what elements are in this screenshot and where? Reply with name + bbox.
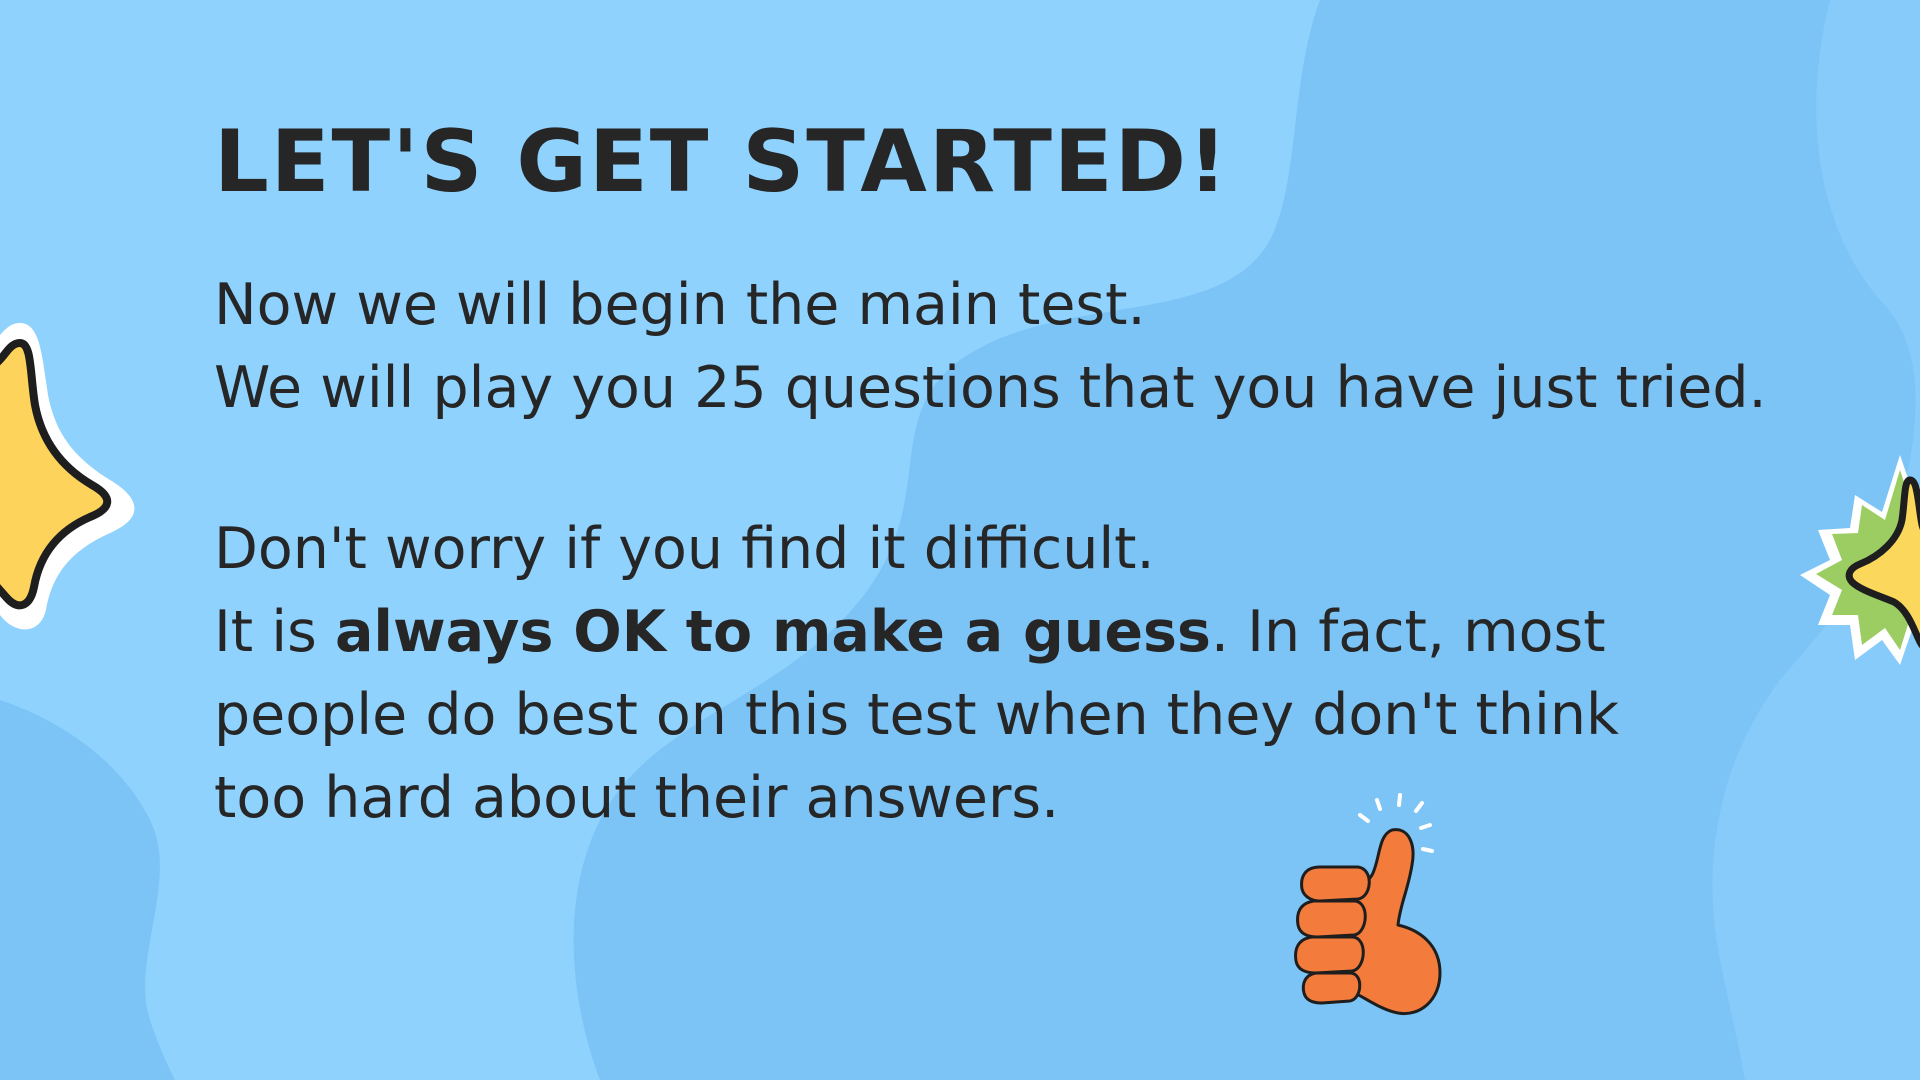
star-icon <box>0 323 135 630</box>
thumbs-up-icon <box>1294 793 1442 1016</box>
intro-line-1: Now we will begin the main test. <box>214 272 1146 338</box>
reassurance-line-1: Don't worry if you find it difficult. <box>214 516 1155 582</box>
background-blob-left <box>0 700 175 1080</box>
page-title: LET'S GET STARTED! <box>214 112 1230 212</box>
intro-line-2: We will play you 25 questions that you h… <box>214 355 1767 421</box>
reassurance-paragraph: Don't worry if you find it difficult. It… <box>214 508 1774 840</box>
reassurance-line-4: too hard about their answers. <box>214 765 1060 831</box>
guess-suffix-text: . In fact, most <box>1210 599 1606 665</box>
guess-prefix-text: It is <box>214 599 335 665</box>
star-badge-icon <box>1800 455 1920 665</box>
reassurance-line-3: people do best on this test when they do… <box>214 682 1619 748</box>
guess-emphasis-text: always OK to make a guess <box>334 599 1211 665</box>
intro-paragraph: Now we will begin the main test. We will… <box>214 264 1774 430</box>
reassurance-line-2: It is always OK to make a guess. In fact… <box>214 591 1774 674</box>
